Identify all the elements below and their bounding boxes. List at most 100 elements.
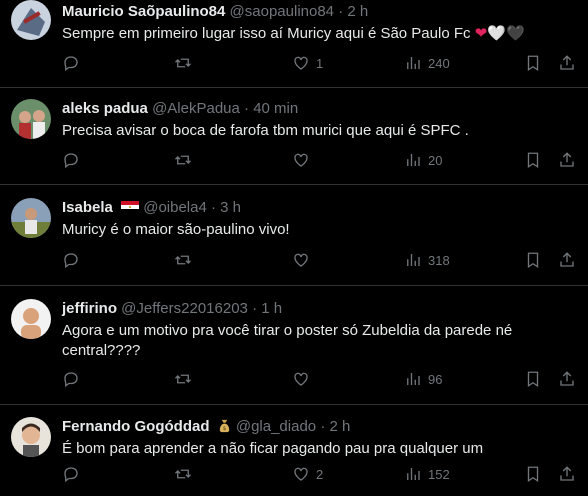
view-count: 20 — [428, 152, 443, 168]
view-count: 152 — [428, 466, 450, 482]
views-button[interactable]: 152 — [404, 465, 450, 483]
share-icon[interactable] — [558, 54, 576, 72]
views-button[interactable]: 318 — [404, 251, 450, 269]
reply-icon — [64, 253, 78, 269]
black-heart-emoji: 🖤 — [505, 25, 525, 42]
separator-dot: · — [244, 100, 250, 117]
views-button[interactable]: 96 — [404, 370, 442, 388]
reply-icon — [64, 467, 78, 483]
retweet-icon — [175, 255, 191, 265]
views-icon — [407, 154, 420, 166]
view-count: 240 — [428, 55, 450, 71]
timestamp[interactable]: 2 h — [347, 3, 368, 20]
reply-icon — [64, 153, 78, 169]
views-button[interactable]: 20 — [404, 151, 442, 169]
retweet-button[interactable] — [174, 251, 292, 269]
reply-button[interactable] — [62, 370, 174, 388]
white-heart-emoji: 🤍 — [487, 25, 506, 42]
retweet-button[interactable] — [174, 370, 292, 388]
red-heart-emoji: ❤ — [474, 25, 488, 42]
like-button[interactable]: 2 — [292, 465, 404, 483]
timestamp[interactable]: 1 h — [261, 300, 282, 317]
like-icon — [294, 153, 308, 167]
author-name[interactable]: Mauricio Saõpaulino84 — [62, 3, 225, 20]
reply-button[interactable] — [62, 151, 174, 169]
bookmark-icon[interactable] — [524, 370, 542, 388]
views-icon — [407, 57, 420, 69]
action-bar: 318 — [62, 251, 576, 269]
like-button[interactable]: 1 — [292, 54, 404, 72]
retweet-button[interactable] — [174, 54, 292, 72]
like-icon — [294, 253, 308, 267]
like-button[interactable] — [292, 251, 404, 269]
like-button[interactable] — [292, 370, 404, 388]
reply-item[interactable]: Mauricio Saõpaulino84 @saopaulino84 · 2 … — [0, 0, 588, 88]
timestamp[interactable]: 40 min — [253, 100, 298, 117]
share-icon[interactable] — [558, 370, 576, 388]
share-icon[interactable] — [558, 151, 576, 169]
author-name[interactable]: aleks padua — [62, 100, 148, 117]
reply-button[interactable] — [62, 465, 174, 483]
author-handle[interactable]: @Jeffers22016203 — [121, 300, 248, 317]
like-count: 1 — [316, 55, 324, 71]
retweet-button[interactable] — [174, 151, 292, 169]
author-handle[interactable]: @saopaulino84 — [230, 3, 334, 20]
reply-item[interactable]: Fernando Gogóddad $ @gla_diado · 2 h É b… — [0, 405, 588, 496]
reply-item[interactable]: jeffirino @Jeffers22016203 · 1 h Agora e… — [0, 286, 588, 405]
retweet-icon — [175, 58, 191, 68]
reply-text: É bom para aprender a não ficar pagando … — [62, 440, 484, 457]
avatar[interactable] — [11, 198, 51, 238]
avatar[interactable] — [11, 99, 51, 139]
timestamp[interactable]: 2 h — [329, 418, 350, 435]
avatar[interactable] — [11, 417, 51, 457]
retweet-icon — [175, 469, 191, 479]
reply-item[interactable]: Isabela @oibela4 · 3 h Muricy é o maior … — [0, 185, 588, 286]
reply-button[interactable] — [62, 251, 174, 269]
views-icon — [407, 373, 420, 385]
retweet-icon — [175, 374, 191, 384]
like-icon — [294, 372, 308, 386]
reply-text-container: Sempre em primeiro lugar isso aí Muricy … — [62, 24, 572, 44]
avatar[interactable] — [11, 0, 51, 40]
views-icon — [407, 254, 420, 266]
reply-item[interactable]: aleks padua @AlekPadua · 40 min Precisa … — [0, 88, 588, 185]
reply-button[interactable] — [62, 54, 174, 72]
separator-dot: · — [211, 199, 216, 216]
author-name[interactable]: Isabela — [62, 199, 113, 216]
bookmark-icon[interactable] — [524, 465, 542, 483]
share-icon[interactable] — [558, 251, 576, 269]
author-handle[interactable]: @AlekPadua — [152, 100, 240, 117]
reply-text: Agora e um motivo pra você tirar o poste… — [62, 322, 513, 359]
share-icon[interactable] — [558, 465, 576, 483]
action-bar: 1 240 — [62, 54, 576, 72]
view-count: 96 — [428, 371, 443, 387]
like-icon — [294, 56, 308, 70]
bookmark-icon[interactable] — [524, 54, 542, 72]
reply-icon — [64, 372, 78, 388]
reply-text: Precisa avisar o boca de farofa tbm muri… — [62, 122, 469, 139]
reply-text: Muricy é o maior são-paulino vivo! — [62, 221, 290, 238]
author-name[interactable]: Fernando Gogóddad — [62, 418, 210, 435]
svg-text:$: $ — [222, 426, 226, 432]
views-button[interactable]: 240 — [404, 54, 450, 72]
action-bar: 2 152 — [62, 465, 576, 483]
reply-icon — [64, 56, 78, 72]
author-handle[interactable]: @gla_diado — [236, 418, 316, 435]
views-icon — [407, 468, 420, 480]
separator-dot: · — [338, 3, 344, 20]
timestamp[interactable]: 3 h — [220, 199, 241, 216]
author-handle[interactable]: @oibela4 — [143, 199, 207, 216]
like-icon — [294, 467, 308, 481]
author-name[interactable]: jeffirino — [62, 300, 117, 317]
money-bag-icon: $ — [217, 417, 232, 437]
like-button[interactable] — [292, 151, 404, 169]
avatar[interactable] — [11, 299, 51, 339]
bookmark-icon[interactable] — [524, 151, 542, 169]
egypt-flag-icon — [121, 201, 140, 213]
separator-dot: · — [252, 300, 258, 317]
reply-text: Sempre em primeiro lugar isso aí Muricy … — [62, 25, 471, 42]
retweet-button[interactable] — [174, 465, 292, 483]
like-count: 2 — [316, 466, 324, 482]
bookmark-icon[interactable] — [524, 251, 542, 269]
action-bar: 96 — [62, 370, 576, 388]
